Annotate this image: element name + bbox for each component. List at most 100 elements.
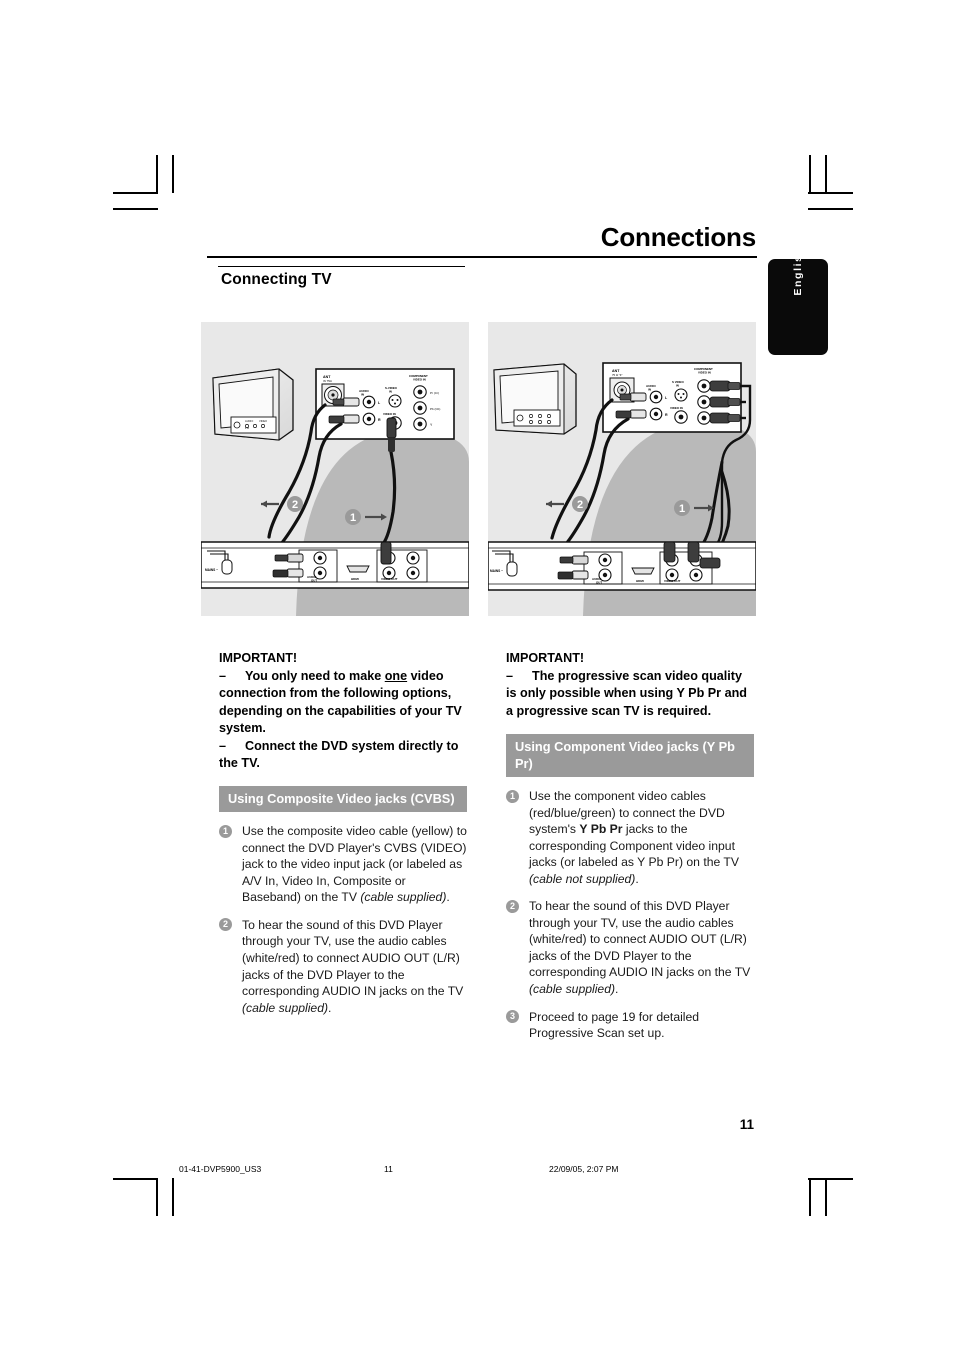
step-tail: . xyxy=(615,982,619,996)
svg-text:75 Ω "F": 75 Ω "F" xyxy=(612,373,622,377)
right-important-dash1: The progressive scan video quality is on… xyxy=(506,669,747,718)
left-important-dash2: Connect the DVD system directly to the T… xyxy=(219,738,459,770)
crop-mark-bottom-left-v2 xyxy=(172,1178,174,1216)
step-italic-note: (cable not supplied) xyxy=(529,871,636,886)
connector-plug-white xyxy=(619,392,647,402)
step-tail: . xyxy=(446,890,450,905)
diagram-composite-video: AUDIO VIDEO L R ANT IN 75Ω AUDIO IN L R S… xyxy=(201,322,469,616)
svg-text:VIDEO OUT: VIDEO OUT xyxy=(381,577,398,581)
step-text: To hear the sound of this DVD Player thr… xyxy=(242,917,464,999)
step-number: 3 xyxy=(506,1010,519,1024)
diagram-component-video: ANT 75 Ω "F" AUDIO IN L R S VIDEO IN VID… xyxy=(488,322,756,616)
left-subsection-bar: Using Composite Video jacks (CVBS) xyxy=(219,786,467,813)
step-italic-note: (cable supplied) xyxy=(242,1000,329,1015)
svg-text:Pr (Cr): Pr (Cr) xyxy=(430,391,439,395)
connector-plug-red xyxy=(328,414,360,424)
list-item: 1 Use the component video cables (red/blu… xyxy=(506,788,754,887)
crop-mark-top-right-h xyxy=(808,192,853,194)
connector-plug-red xyxy=(615,409,647,419)
section-title: Connecting TV xyxy=(221,271,332,288)
svg-text:VIDEO IN: VIDEO IN xyxy=(698,371,711,375)
dash-marker-2: – xyxy=(219,738,227,753)
right-subsection-bar: Using Component Video jacks (Y Pb Pr) xyxy=(506,734,754,778)
step-text: To hear the sound of this DVD Player thr… xyxy=(529,899,751,980)
svg-text:1: 1 xyxy=(350,512,356,524)
svg-text:IN 75Ω: IN 75Ω xyxy=(323,379,332,383)
list-item: 2 To hear the sound of this DVD Player th… xyxy=(219,917,467,1016)
right-steps-list: 1 Use the component video cables (red/blu… xyxy=(506,788,754,1041)
step-number: 2 xyxy=(219,918,232,932)
page-title: Connections xyxy=(600,222,756,252)
language-tab-label: English xyxy=(792,246,804,296)
step-number: 2 xyxy=(506,899,519,913)
left-important-underline: one xyxy=(384,669,408,683)
svg-text:IN: IN xyxy=(389,390,392,394)
svg-text:IN: IN xyxy=(676,384,679,388)
crop-mark-bottom-left-h xyxy=(113,1178,158,1180)
dash-marker-1: – xyxy=(506,669,514,683)
dvd-back-panel: MAINS ~ DIGITAL AUDIO OUT HDMI VIDEO OUT xyxy=(201,541,469,589)
left-important-body: – You only need to make one video connect… xyxy=(219,668,467,772)
dash-marker-1: – xyxy=(219,669,227,683)
dvd-back-panel: MAINS ~ DIGITAL AUDIO OUT HDMI VIDEO OUT xyxy=(488,541,756,591)
step-text: Proceed to page 19 for detailed Progress… xyxy=(529,1009,700,1041)
svg-text:IN: IN xyxy=(361,393,364,397)
crop-mark-top-right-v2 xyxy=(825,155,827,193)
svg-text:IN: IN xyxy=(648,388,651,392)
step-italic-note: (cable supplied) xyxy=(360,890,447,905)
svg-text:VIDEO IN: VIDEO IN xyxy=(413,378,426,382)
list-item: 2 To hear the sound of this DVD Player th… xyxy=(506,898,754,997)
crop-mark-bottom-right-h xyxy=(808,1178,853,1180)
right-text-column: IMPORTANT! – The progressive scan video q… xyxy=(506,650,754,1042)
left-important-dash1-lead: You only need to make xyxy=(245,669,385,683)
svg-text:1: 1 xyxy=(679,503,685,515)
list-item: 3 Proceed to page 19 for detailed Progres… xyxy=(506,1009,754,1042)
footer-timestamp: 22/09/05, 2:07 PM xyxy=(549,1164,619,1174)
step-number: 1 xyxy=(219,824,232,838)
step-italic-note: (cable supplied) xyxy=(529,982,616,996)
page-number: 11 xyxy=(739,1117,754,1132)
svg-text:MAINS ~: MAINS ~ xyxy=(490,569,503,573)
svg-text:2: 2 xyxy=(577,499,583,511)
language-tab: English xyxy=(768,246,828,355)
tv-illustration xyxy=(493,363,577,435)
right-important-body: – The progressive scan video quality is o… xyxy=(506,668,754,720)
svg-text:2: 2 xyxy=(292,499,298,511)
connector-plug-white xyxy=(332,397,360,407)
svg-text:OUT: OUT xyxy=(311,579,317,583)
svg-text:MAINS ~: MAINS ~ xyxy=(205,568,218,572)
crop-mark-bottom-right-v xyxy=(809,1178,811,1216)
footer-filename: 01-41-DVP5900_US3 xyxy=(179,1164,262,1174)
svg-text:VIDEO: VIDEO xyxy=(259,419,267,423)
svg-text:AUDIO: AUDIO xyxy=(245,419,253,423)
svg-text:VIDEO OUT: VIDEO OUT xyxy=(664,579,681,583)
crop-mark-bottom-left-v xyxy=(156,1178,158,1216)
step-number: 1 xyxy=(506,789,519,803)
svg-text:HDMI: HDMI xyxy=(351,577,359,581)
crop-mark-top-right-h2 xyxy=(808,208,853,210)
svg-text:Pb (Cb): Pb (Cb) xyxy=(430,407,440,411)
header-divider xyxy=(207,256,757,259)
crop-mark-top-left-v2 xyxy=(172,155,174,193)
svg-text:R: R xyxy=(665,413,668,417)
step-tail: . xyxy=(328,1000,332,1015)
svg-text:HDMI: HDMI xyxy=(636,579,644,583)
step-bold-term: Y Pb Pr xyxy=(579,822,623,837)
connector-plug-yellow-tv xyxy=(386,417,397,452)
step-tail: . xyxy=(635,871,639,886)
section-divider xyxy=(218,266,465,268)
tv-illustration: AUDIO VIDEO L R xyxy=(212,368,294,441)
crop-mark-top-left-h xyxy=(113,192,158,194)
svg-text:VIDEO IN: VIDEO IN xyxy=(670,406,683,410)
crop-mark-top-left-h2 xyxy=(113,208,158,210)
footer-page-number: 11 xyxy=(384,1164,393,1174)
svg-text:VIDEO IN: VIDEO IN xyxy=(383,412,396,416)
svg-text:R: R xyxy=(378,418,381,422)
crop-mark-top-right-v xyxy=(809,155,811,193)
left-text-column: IMPORTANT! – You only need to make one vi… xyxy=(219,650,467,1016)
svg-text:OUT: OUT xyxy=(596,581,602,585)
left-important-title: IMPORTANT! xyxy=(219,651,298,665)
list-item: 1 Use the composite video cable (yellow) … xyxy=(219,823,467,906)
crop-mark-bottom-right-v2 xyxy=(825,1178,827,1216)
crop-mark-top-left-v xyxy=(156,155,158,193)
